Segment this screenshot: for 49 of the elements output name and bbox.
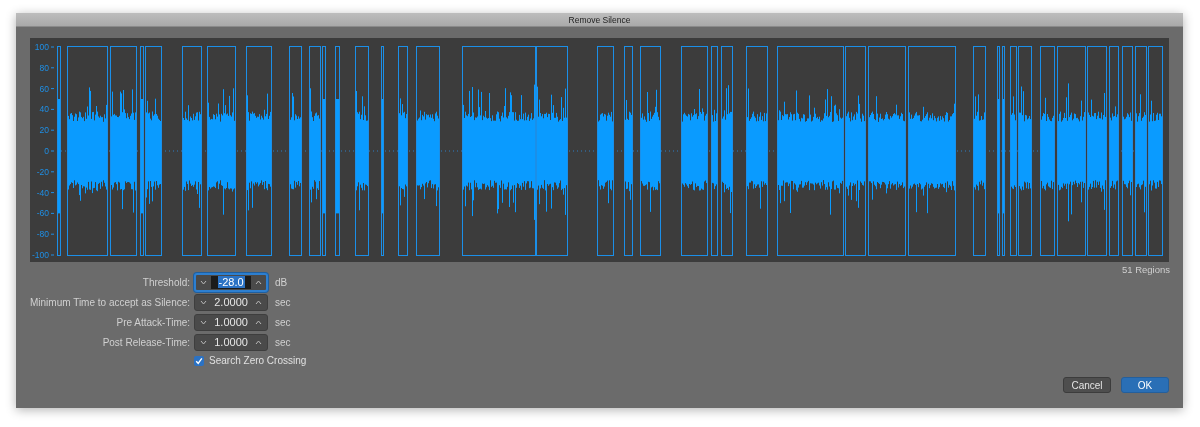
chevron-up-icon[interactable] <box>255 320 263 325</box>
axis-tick <box>50 233 55 235</box>
axis-label: 100 <box>34 42 49 52</box>
field-label: Post Release-Time: <box>101 337 191 348</box>
axis-label: 20 <box>39 125 49 136</box>
unit-label: dB <box>275 277 289 288</box>
field-label: Pre Attack-Time: <box>115 317 191 328</box>
unit-label: sec <box>275 317 292 328</box>
axis-label: 80 <box>39 62 49 73</box>
number-field[interactable]: 2.0000 <box>194 294 269 311</box>
chevron-down-icon[interactable] <box>200 280 208 285</box>
axis-tick <box>50 192 55 194</box>
axis-tick <box>50 171 55 173</box>
axis-tick <box>50 129 55 131</box>
unit-label: sec <box>275 297 292 308</box>
axis-tick <box>50 254 55 256</box>
chevron-down-icon[interactable] <box>200 300 208 305</box>
window-title: Remove Silence <box>568 14 631 25</box>
checkbox[interactable] <box>194 355 205 366</box>
axis-tick <box>50 212 55 214</box>
axis-tick <box>50 67 55 69</box>
chevron-up-icon[interactable] <box>255 340 263 345</box>
number-field[interactable]: 1.0000 <box>194 334 269 351</box>
field-label: Minimum Time to accept as Silence: <box>30 297 191 308</box>
number-field[interactable]: 1.0000 <box>194 314 269 331</box>
axis-tick <box>50 108 55 110</box>
axis-label: -20 <box>36 166 49 177</box>
axis-label: 40 <box>39 104 49 115</box>
axis-label: -80 <box>36 229 49 240</box>
chevron-up-icon[interactable] <box>255 280 263 285</box>
unit-label: sec <box>275 337 292 348</box>
field-label: Threshold: <box>141 277 191 288</box>
axis-tick <box>50 88 55 90</box>
axis-label: -40 <box>36 187 49 198</box>
axis-tick <box>50 150 55 152</box>
region-count: 51 Regions <box>1121 264 1170 275</box>
axis-label: 60 <box>39 83 49 94</box>
axis-label: -60 <box>36 208 49 219</box>
axis-label: 0 <box>44 146 49 156</box>
cancel-button[interactable]: Cancel <box>1063 377 1111 393</box>
axis-tick <box>50 46 55 48</box>
chevron-down-icon[interactable] <box>200 340 208 345</box>
chevron-down-icon[interactable] <box>200 320 208 325</box>
number-field[interactable]: -28.0 <box>194 273 269 292</box>
checkmark-icon <box>195 356 204 365</box>
axis-label: -100 <box>32 250 49 260</box>
ok-button[interactable]: OK <box>1121 377 1169 393</box>
checkbox-label[interactable]: Search Zero Crossing <box>209 355 307 366</box>
chevron-up-icon[interactable] <box>255 300 263 305</box>
